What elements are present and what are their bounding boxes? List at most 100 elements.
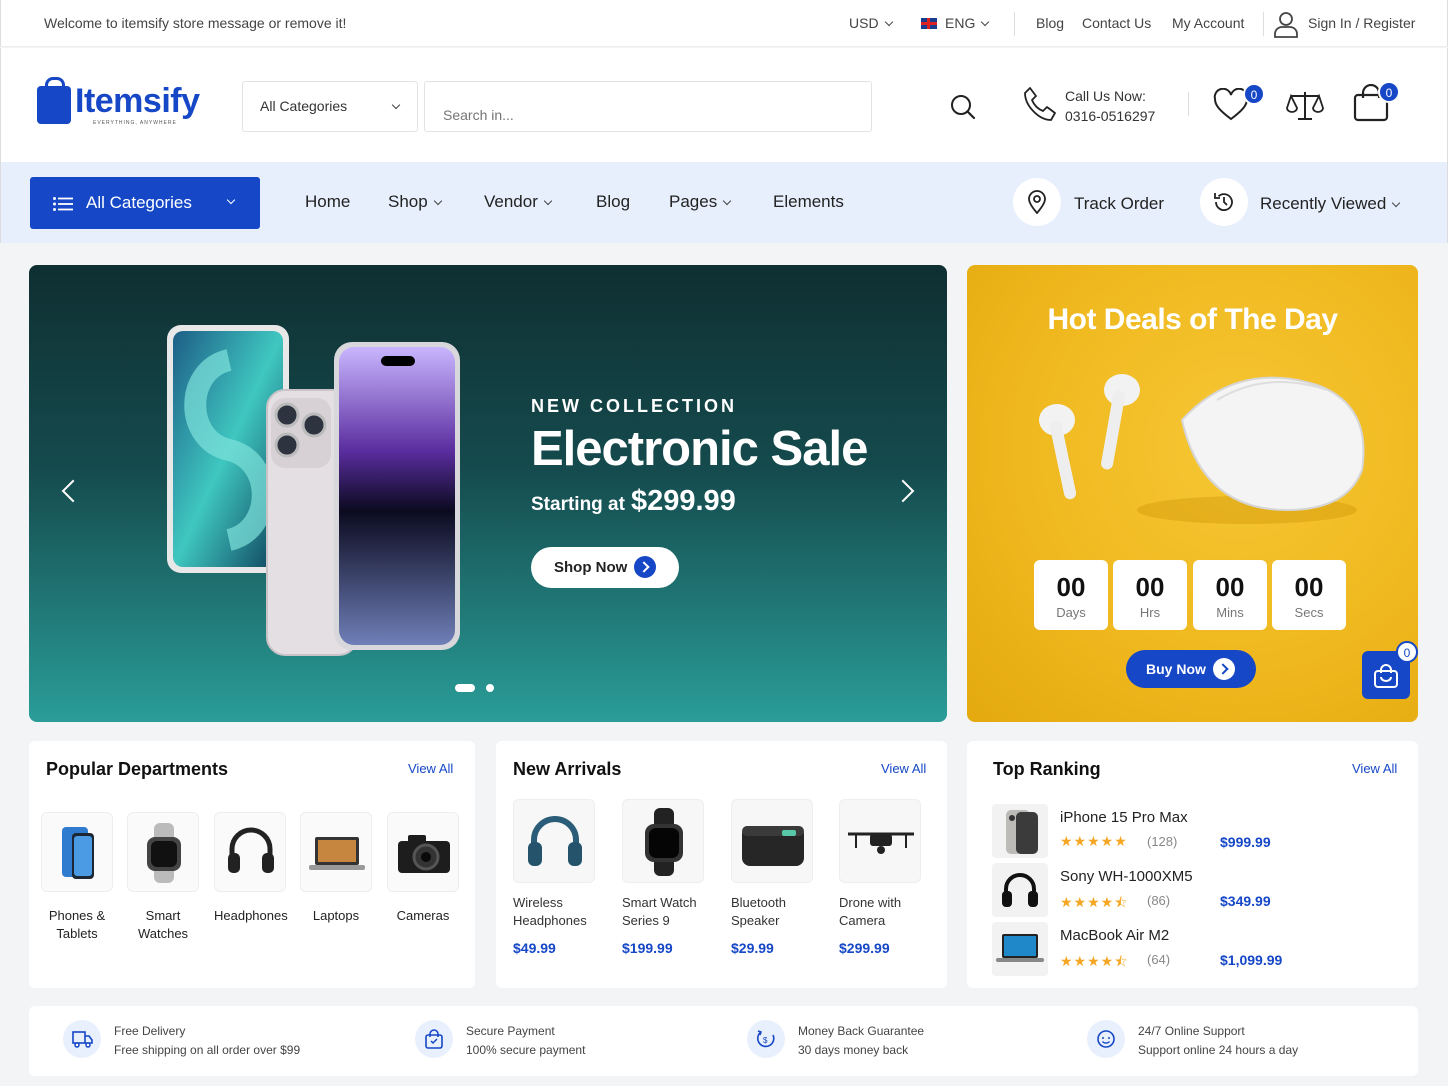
laptop-icon bbox=[996, 934, 1044, 962]
arrival-name-line1: Smart Watch bbox=[622, 895, 697, 910]
feature-title: Secure Payment bbox=[466, 1024, 555, 1038]
track-order-icon-circle[interactable] bbox=[1013, 178, 1061, 226]
divider bbox=[1263, 12, 1264, 36]
ranking-item[interactable]: iPhone 15 Pro Max ★★★★★ (128) $999.99 bbox=[992, 804, 1402, 858]
nav-blog[interactable]: Blog bbox=[596, 192, 630, 212]
top-ranking-card: Top Ranking View All iPhone 15 Pro Max ★… bbox=[967, 741, 1418, 988]
category-dropdown[interactable]: All Categories bbox=[242, 81, 418, 132]
buy-now-button[interactable]: Buy Now bbox=[1126, 650, 1256, 688]
hero-price-prefix: Starting at bbox=[531, 494, 625, 515]
wishlist-button[interactable]: 0 bbox=[1213, 83, 1265, 127]
countdown-seconds: 00 Secs bbox=[1272, 560, 1346, 630]
arrival-item[interactable]: Wireless Headphones $49.99 bbox=[513, 799, 595, 956]
language-value: ENG bbox=[945, 15, 976, 31]
department-label-line2: Tablets bbox=[56, 926, 98, 941]
search-input[interactable] bbox=[424, 81, 872, 132]
arrival-name-line1: Bluetooth bbox=[731, 895, 786, 910]
ranking-item[interactable]: Sony WH-1000XM5 ★★★★⯪ (86) $349.99 bbox=[992, 863, 1402, 917]
chevron-down-icon bbox=[226, 195, 236, 205]
department-thumbnail bbox=[387, 812, 459, 892]
rating-stars: ★★★★⯪ bbox=[1060, 953, 1129, 969]
arrival-item[interactable]: Bluetooth Speaker $29.99 bbox=[731, 799, 813, 956]
department-label-line2: Watches bbox=[137, 926, 189, 941]
department-laptops[interactable]: Laptops bbox=[300, 812, 372, 925]
cart-button[interactable]: 0 bbox=[1353, 81, 1400, 127]
recently-viewed-icon-circle[interactable] bbox=[1200, 178, 1248, 226]
rating-stars: ★★★★★ bbox=[1060, 833, 1128, 849]
department-thumbnail bbox=[41, 812, 113, 892]
slider-dot[interactable] bbox=[486, 684, 494, 692]
language-select[interactable]: ENG bbox=[921, 15, 990, 31]
nav-pages-label: Pages bbox=[669, 192, 718, 211]
countdown-value: 00 bbox=[1056, 572, 1086, 602]
slider-dot-active[interactable] bbox=[455, 684, 475, 692]
signin-link[interactable]: Sign In / Register bbox=[1308, 15, 1415, 31]
recently-viewed-dropdown[interactable]: Recently Viewed bbox=[1260, 194, 1401, 214]
arrival-price: $199.99 bbox=[622, 940, 673, 956]
new-arrivals-card: New Arrivals View All Wireless Headphones… bbox=[496, 741, 947, 988]
welcome-message: Welcome to itemsify store message or rem… bbox=[44, 15, 347, 31]
nav-elements[interactable]: Elements bbox=[773, 192, 844, 212]
ranking-item[interactable]: MacBook Air M2 ★★★★⯪ (64) $1,099.99 bbox=[992, 922, 1402, 976]
shop-now-button[interactable]: Shop Now bbox=[531, 547, 679, 588]
arrival-price: $29.99 bbox=[731, 940, 774, 956]
department-cameras[interactable]: Cameras bbox=[387, 812, 459, 925]
department-thumbnail bbox=[300, 812, 372, 892]
phone-icon bbox=[1024, 87, 1056, 121]
nav-shop[interactable]: Shop bbox=[388, 192, 442, 212]
truck-icon bbox=[63, 1020, 101, 1058]
arrival-name: Smart Watch Series 9 bbox=[622, 894, 704, 930]
ranking-name: Sony WH-1000XM5 bbox=[1060, 868, 1193, 885]
feature-subtitle: Support online 24 hours a day bbox=[1138, 1043, 1299, 1057]
main-nav: All Categories Home Shop Vendor Blog Pag… bbox=[0, 162, 1448, 243]
nav-vendor[interactable]: Vendor bbox=[484, 192, 553, 212]
phone-icon bbox=[1006, 810, 1038, 854]
currency-value: USD bbox=[849, 15, 879, 31]
hot-deals-banner: Hot Deals of The Day 00 Days 00 Hrs 00 Mins… bbox=[967, 265, 1418, 722]
arrival-name-line1: Drone with bbox=[839, 895, 902, 910]
recently-viewed-label: Recently Viewed bbox=[1260, 194, 1387, 213]
nav-pages[interactable]: Pages bbox=[669, 192, 732, 212]
department-smartwatches[interactable]: Smart Watches bbox=[127, 812, 199, 943]
buy-now-label: Buy Now bbox=[1146, 661, 1206, 677]
department-phones[interactable]: Phones & Tablets bbox=[41, 812, 113, 943]
account-link[interactable]: My Account bbox=[1172, 15, 1244, 31]
hero-price: Starting at $299.99 bbox=[531, 485, 736, 518]
department-headphones[interactable]: Headphones bbox=[214, 812, 288, 925]
all-categories-button[interactable]: All Categories bbox=[30, 177, 260, 229]
slider-prev-arrow-icon[interactable] bbox=[61, 479, 85, 503]
rating-count: (64) bbox=[1147, 952, 1171, 967]
department-thumbnail bbox=[214, 812, 286, 892]
wishlist-count-badge: 0 bbox=[1243, 83, 1265, 105]
top-bar: Welcome to itemsify store message or rem… bbox=[0, 0, 1448, 47]
contact-link[interactable]: Contact Us bbox=[1082, 15, 1151, 31]
popular-view-all-link[interactable]: View All bbox=[408, 761, 453, 776]
laptop-icon bbox=[309, 837, 365, 870]
arrival-item[interactable]: Smart Watch Series 9 $199.99 bbox=[622, 799, 704, 956]
arrival-name-line2: Series 9 bbox=[622, 913, 670, 928]
floating-cart-button[interactable]: 0 bbox=[1362, 641, 1418, 699]
arrival-price: $49.99 bbox=[513, 940, 556, 956]
search-icon[interactable] bbox=[950, 94, 976, 120]
deals-title: Hot Deals of The Day bbox=[1047, 303, 1338, 336]
blog-link[interactable]: Blog bbox=[1036, 15, 1064, 31]
nav-home[interactable]: Home bbox=[305, 192, 350, 212]
camera-icon bbox=[398, 835, 450, 873]
hero-subtitle: NEW COLLECTION bbox=[531, 396, 737, 416]
currency-select[interactable]: USD bbox=[849, 15, 893, 31]
countdown-value: 00 bbox=[1294, 572, 1324, 602]
chevron-down-icon bbox=[981, 17, 990, 27]
call-number[interactable]: 0316-0516297 bbox=[1065, 108, 1155, 124]
compare-scale-icon[interactable] bbox=[1286, 90, 1324, 122]
brand-logo[interactable]: Itemsify EVERYTHING, ANYWHERE bbox=[37, 77, 207, 130]
divider bbox=[1014, 12, 1015, 36]
arrival-item[interactable]: Drone with Camera $299.99 bbox=[839, 799, 921, 956]
speaker-icon bbox=[742, 826, 804, 866]
track-order-link[interactable]: Track Order bbox=[1074, 194, 1164, 214]
user-icon[interactable] bbox=[1273, 10, 1299, 38]
department-label-line1: Phones & bbox=[48, 908, 106, 923]
slider-next-arrow-icon[interactable] bbox=[891, 479, 915, 503]
ranking-view-all-link[interactable]: View All bbox=[1352, 761, 1397, 776]
arrival-name: Bluetooth Speaker bbox=[731, 894, 813, 930]
arrivals-view-all-link[interactable]: View All bbox=[881, 761, 926, 776]
